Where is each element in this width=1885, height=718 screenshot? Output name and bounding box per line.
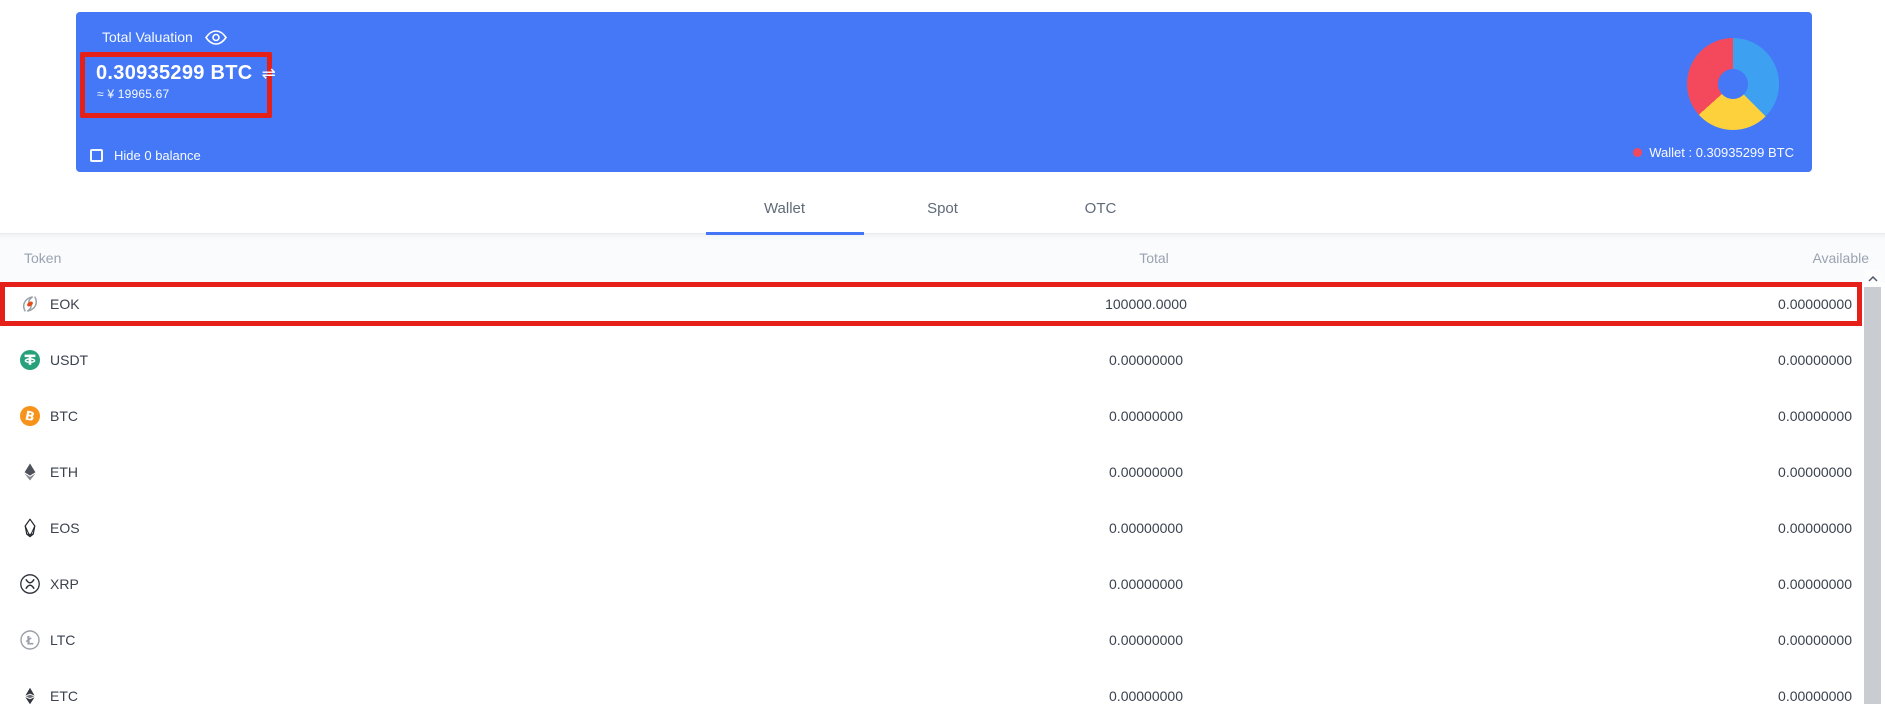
token-row-eok[interactable]: EOK 100000.0000 0.00000000 bbox=[0, 282, 1862, 326]
column-header-token: Token bbox=[24, 250, 62, 266]
token-row-xrp[interactable]: XRP 0.00000000 0.00000000 bbox=[0, 562, 1862, 606]
total-value: 0.00000000 bbox=[1109, 576, 1183, 592]
total-value: 0.00000000 bbox=[1109, 688, 1183, 704]
eok-icon bbox=[20, 294, 40, 314]
available-value: 0.00000000 bbox=[1778, 632, 1852, 648]
token-row-eos[interactable]: EOS 0.00000000 0.00000000 bbox=[0, 506, 1862, 550]
total-value: 0.00000000 bbox=[1109, 520, 1183, 536]
svg-text:Ł: Ł bbox=[25, 633, 34, 647]
total-valuation-fiat: ≈ ¥ 19965.67 bbox=[97, 87, 170, 101]
wallet-legend-label: Wallet : 0.30935299 BTC bbox=[1649, 145, 1794, 160]
column-header-total: Total bbox=[1139, 250, 1169, 266]
tab-wallet[interactable]: Wallet bbox=[705, 184, 864, 235]
legend-dot bbox=[1633, 148, 1643, 157]
scrollbar-thumb[interactable] bbox=[1864, 287, 1881, 704]
xrp-icon bbox=[20, 574, 40, 594]
tabs-bar: Wallet Spot OTC bbox=[0, 184, 1885, 235]
eth-icon bbox=[20, 462, 40, 482]
scroll-up-button[interactable] bbox=[1864, 270, 1881, 287]
total-valuation-label: Total Valuation bbox=[102, 29, 193, 45]
token-name: EOS bbox=[50, 520, 80, 536]
eos-icon bbox=[20, 518, 40, 538]
table-scrollbar[interactable] bbox=[1864, 270, 1881, 704]
available-value: 0.00000000 bbox=[1778, 688, 1852, 704]
token-name: ETC bbox=[50, 688, 78, 704]
column-header-available: Available bbox=[1812, 250, 1869, 266]
total-value: 0.00000000 bbox=[1109, 632, 1183, 648]
token-table-header: Token Total Available bbox=[0, 234, 1885, 282]
total-value: 100000.0000 bbox=[1105, 296, 1187, 312]
total-valuation-card: Total Valuation 0.30935299 BTC ⇌ ≈ ¥ 199… bbox=[76, 12, 1812, 172]
total-value: 0.00000000 bbox=[1109, 408, 1183, 424]
ltc-icon: Ł bbox=[20, 630, 40, 650]
wallet-distribution-donut bbox=[1687, 38, 1779, 130]
usdt-icon bbox=[20, 350, 40, 370]
etc-icon bbox=[20, 686, 40, 706]
available-value: 0.00000000 bbox=[1778, 576, 1852, 592]
page-top-area: Total Valuation 0.30935299 BTC ⇌ ≈ ¥ 199… bbox=[0, 0, 1885, 184]
btc-icon: B bbox=[20, 406, 40, 426]
token-name: ETH bbox=[50, 464, 78, 480]
token-name: USDT bbox=[50, 352, 89, 368]
token-name: LTC bbox=[50, 632, 76, 648]
tab-otc[interactable]: OTC bbox=[1022, 184, 1180, 234]
swap-icon[interactable]: ⇌ bbox=[262, 64, 277, 84]
token-row-btc[interactable]: B BTC 0.00000000 0.00000000 bbox=[0, 394, 1862, 438]
hide-zero-checkbox[interactable] bbox=[90, 149, 103, 162]
token-name: EOK bbox=[50, 296, 80, 312]
token-row-usdt[interactable]: USDT 0.00000000 0.00000000 bbox=[0, 338, 1862, 382]
total-value: 0.00000000 bbox=[1109, 352, 1183, 368]
token-row-eth[interactable]: ETH 0.00000000 0.00000000 bbox=[0, 450, 1862, 494]
token-row-etc[interactable]: ETC 0.00000000 0.00000000 bbox=[0, 674, 1862, 718]
tab-spot[interactable]: Spot bbox=[864, 184, 1022, 234]
available-value: 0.00000000 bbox=[1778, 408, 1852, 424]
annotation-box-total-value: 0.30935299 BTC ⇌ ≈ ¥ 19965.67 bbox=[80, 52, 276, 118]
total-value: 0.00000000 bbox=[1109, 464, 1183, 480]
eye-icon[interactable] bbox=[204, 29, 228, 45]
hide-zero-label[interactable]: Hide 0 balance bbox=[114, 148, 201, 163]
available-value: 0.00000000 bbox=[1778, 464, 1852, 480]
available-value: 0.00000000 bbox=[1778, 352, 1852, 368]
total-valuation-btc: 0.30935299 BTC bbox=[96, 62, 253, 84]
available-value: 0.00000000 bbox=[1778, 296, 1852, 312]
token-row-ltc[interactable]: Ł LTC 0.00000000 0.00000000 bbox=[0, 618, 1862, 662]
token-name: XRP bbox=[50, 576, 79, 592]
token-name: BTC bbox=[50, 408, 78, 424]
available-value: 0.00000000 bbox=[1778, 520, 1852, 536]
token-table-body: EOK 100000.0000 0.00000000 USDT 0.000000… bbox=[0, 282, 1862, 718]
